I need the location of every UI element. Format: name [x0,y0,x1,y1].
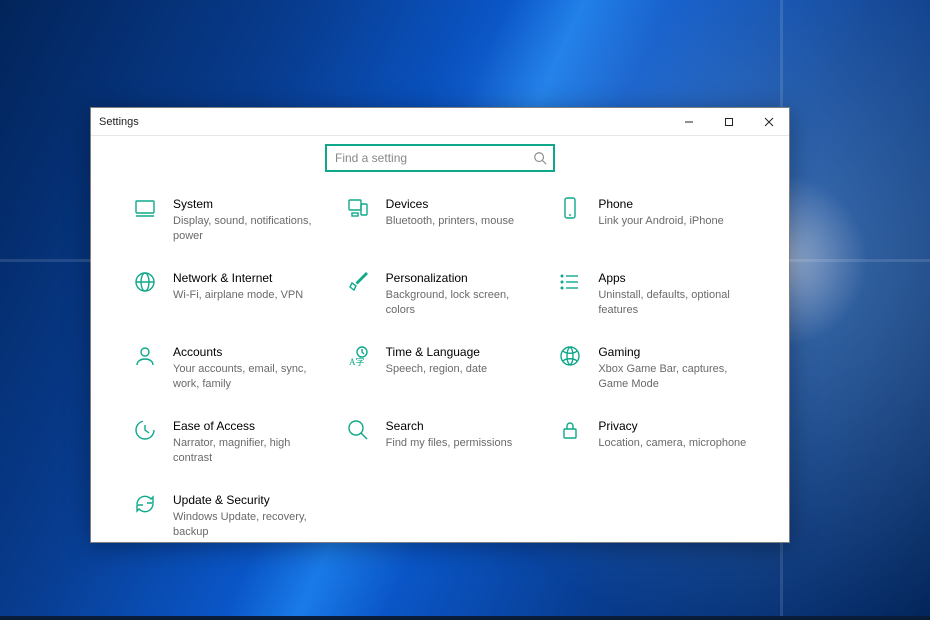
tile-title: Gaming [598,344,748,360]
apps-icon [556,270,584,298]
system-icon [131,196,159,224]
tile-gaming[interactable]: Gaming Xbox Game Bar, captures, Game Mod… [556,344,749,392]
brush-icon [344,270,372,298]
tile-desc: Find my files, permissions [386,436,513,451]
tile-desc: Narrator, magnifier, high contrast [173,436,323,466]
tile-title: Accounts [173,344,323,360]
tile-desc: Link your Android, iPhone [598,214,723,229]
close-button[interactable] [749,108,789,135]
tile-system[interactable]: System Display, sound, notifications, po… [131,196,324,244]
ease-of-access-icon [131,418,159,446]
search-icon [533,151,547,165]
lock-icon [556,418,584,446]
tile-network[interactable]: Network & Internet Wi-Fi, airplane mode,… [131,270,324,318]
person-icon [131,344,159,372]
tile-title: Update & Security [173,492,323,508]
devices-icon [344,196,372,224]
tile-desc: Speech, region, date [386,362,488,377]
search-box[interactable] [325,144,555,172]
tile-title: Network & Internet [173,270,303,286]
tile-desc: Location, camera, microphone [598,436,746,451]
tile-apps[interactable]: Apps Uninstall, defaults, optional featu… [556,270,749,318]
tile-title: Personalization [386,270,536,286]
settings-window: Settings [90,107,790,543]
tile-search[interactable]: Search Find my files, permissions [344,418,537,466]
tile-title: Search [386,418,513,434]
tile-title: Apps [598,270,748,286]
window-title: Settings [99,116,139,128]
svg-text:A字: A字 [349,356,365,367]
taskbar[interactable] [0,616,930,620]
tile-time-language[interactable]: A字 Time & Language Speech, region, date [344,344,537,392]
tile-title: System [173,196,323,212]
gaming-icon [556,344,584,372]
tile-devices[interactable]: Devices Bluetooth, printers, mouse [344,196,537,244]
tile-title: Phone [598,196,723,212]
tile-desc: Uninstall, defaults, optional features [598,288,748,318]
phone-icon [556,196,584,224]
search-input[interactable] [335,151,533,165]
desktop-background: Settings [0,0,930,620]
tile-personalization[interactable]: Personalization Background, lock screen,… [344,270,537,318]
tile-phone[interactable]: Phone Link your Android, iPhone [556,196,749,244]
tile-desc: Your accounts, email, sync, work, family [173,362,323,392]
tile-desc: Bluetooth, printers, mouse [386,214,514,229]
titlebar: Settings [91,108,789,136]
settings-content: System Display, sound, notifications, po… [91,136,789,542]
tile-title: Time & Language [386,344,488,360]
tile-desc: Windows Update, recovery, backup [173,510,323,540]
tile-title: Privacy [598,418,746,434]
window-controls [669,108,789,135]
tile-privacy[interactable]: Privacy Location, camera, microphone [556,418,749,466]
tile-ease-of-access[interactable]: Ease of Access Narrator, magnifier, high… [131,418,324,466]
tile-desc: Xbox Game Bar, captures, Game Mode [598,362,748,392]
tile-title: Ease of Access [173,418,323,434]
tile-desc: Background, lock screen, colors [386,288,536,318]
search-category-icon [344,418,372,446]
tile-title: Devices [386,196,514,212]
tile-desc: Display, sound, notifications, power [173,214,323,244]
tile-desc: Wi-Fi, airplane mode, VPN [173,288,303,303]
tile-update-security[interactable]: Update & Security Windows Update, recove… [131,492,324,540]
minimize-button[interactable] [669,108,709,135]
time-language-icon: A字 [344,344,372,372]
globe-icon [131,270,159,298]
tile-accounts[interactable]: Accounts Your accounts, email, sync, wor… [131,344,324,392]
update-icon [131,492,159,520]
settings-grid: System Display, sound, notifications, po… [131,196,749,539]
maximize-button[interactable] [709,108,749,135]
